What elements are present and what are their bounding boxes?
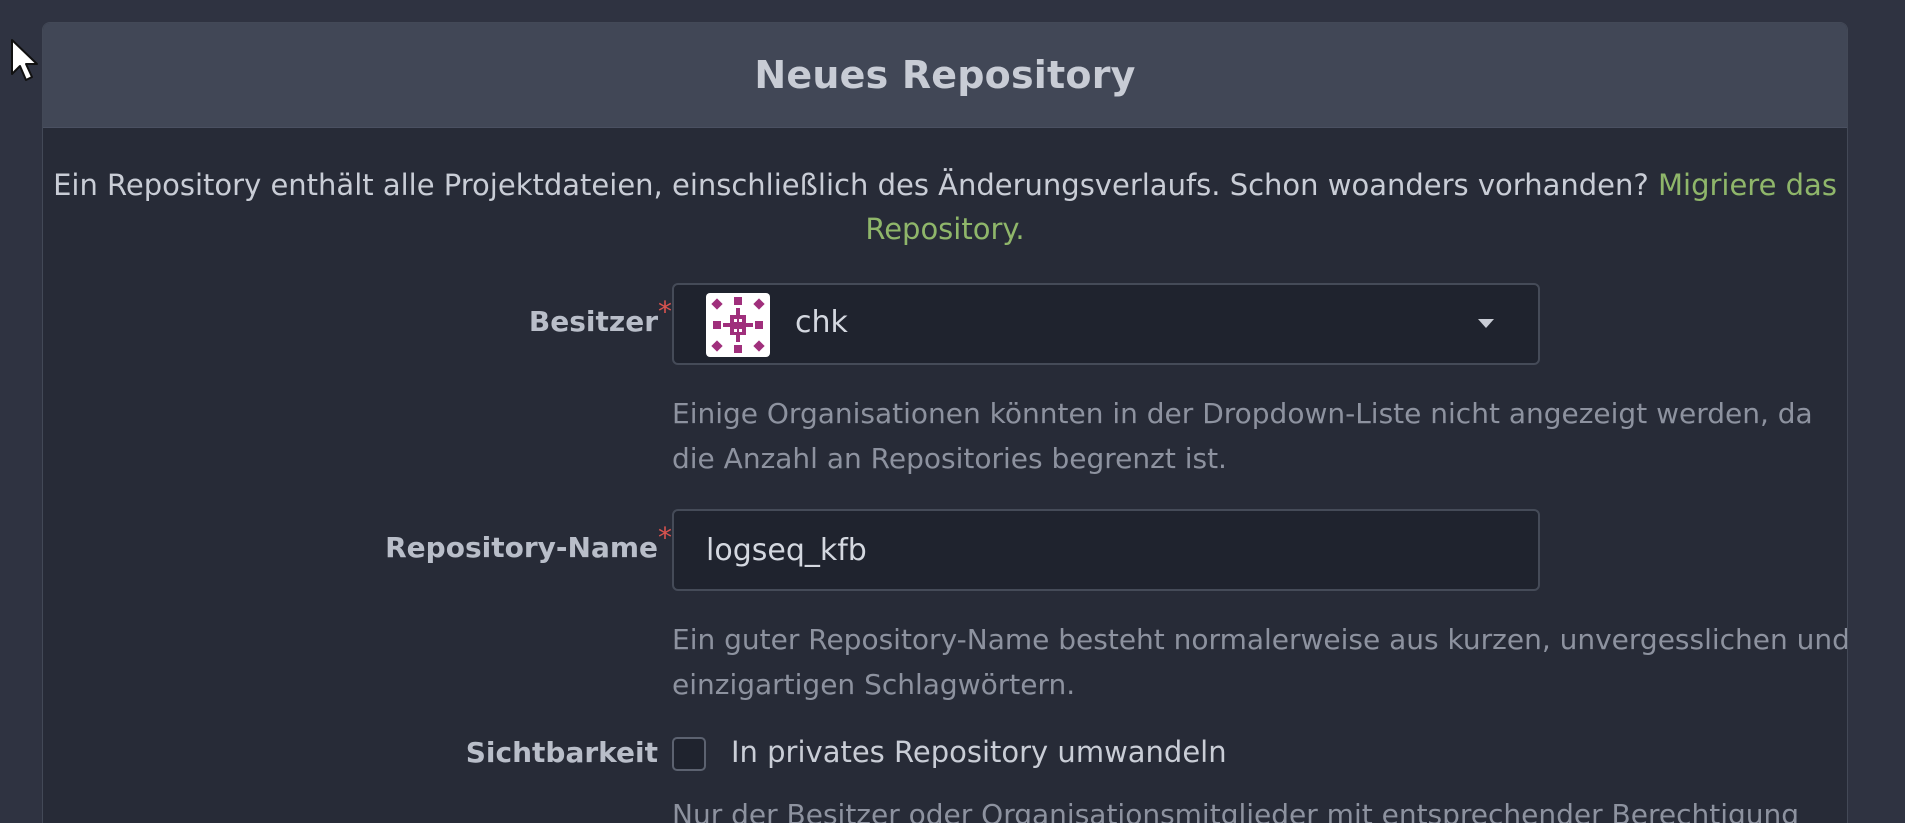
owner-help-text: Einige Organisationen könnten in der Dro… [672,397,1813,475]
page-title: Neues Repository [754,53,1136,97]
intro-description: Ein Repository enthält alle Projektdatei… [53,168,1649,202]
owner-dropdown[interactable]: chk [672,283,1540,365]
required-marker: * [658,295,672,328]
private-repository-checkbox[interactable] [672,737,706,771]
repository-name-help-text: Ein guter Repository-Name besteht normal… [672,623,1848,701]
repository-name-label: Repository-Name * [385,521,672,564]
owner-name: chk [795,305,848,340]
migrate-link-line1: Migriere das [1657,168,1837,202]
owner-label-text: Besitzer [528,305,658,338]
intro-text: Ein Repository enthält alle Projektdatei… [43,163,1847,251]
panel-header: Neues Repository [43,23,1847,128]
owner-avatar [706,293,770,357]
caret-down-icon [1478,319,1494,328]
repository-name-label-text: Repository-Name [385,531,658,564]
private-repository-checkbox-label[interactable]: In privates Repository umwandeln [731,735,1227,769]
new-repository-panel: Neues Repository Ein Repository enthält … [42,22,1848,823]
required-marker: * [658,521,672,554]
migrate-link-line2: Repository. [865,212,1025,246]
visibility-label: Sichtbarkeit [465,736,658,769]
visibility-help-text: Nur der Besitzer oder Organisationsmitgl… [672,798,1800,823]
repository-name-input[interactable] [672,509,1540,591]
mouse-pointer-icon [11,39,38,81]
owner-label: Besitzer * [528,295,672,338]
